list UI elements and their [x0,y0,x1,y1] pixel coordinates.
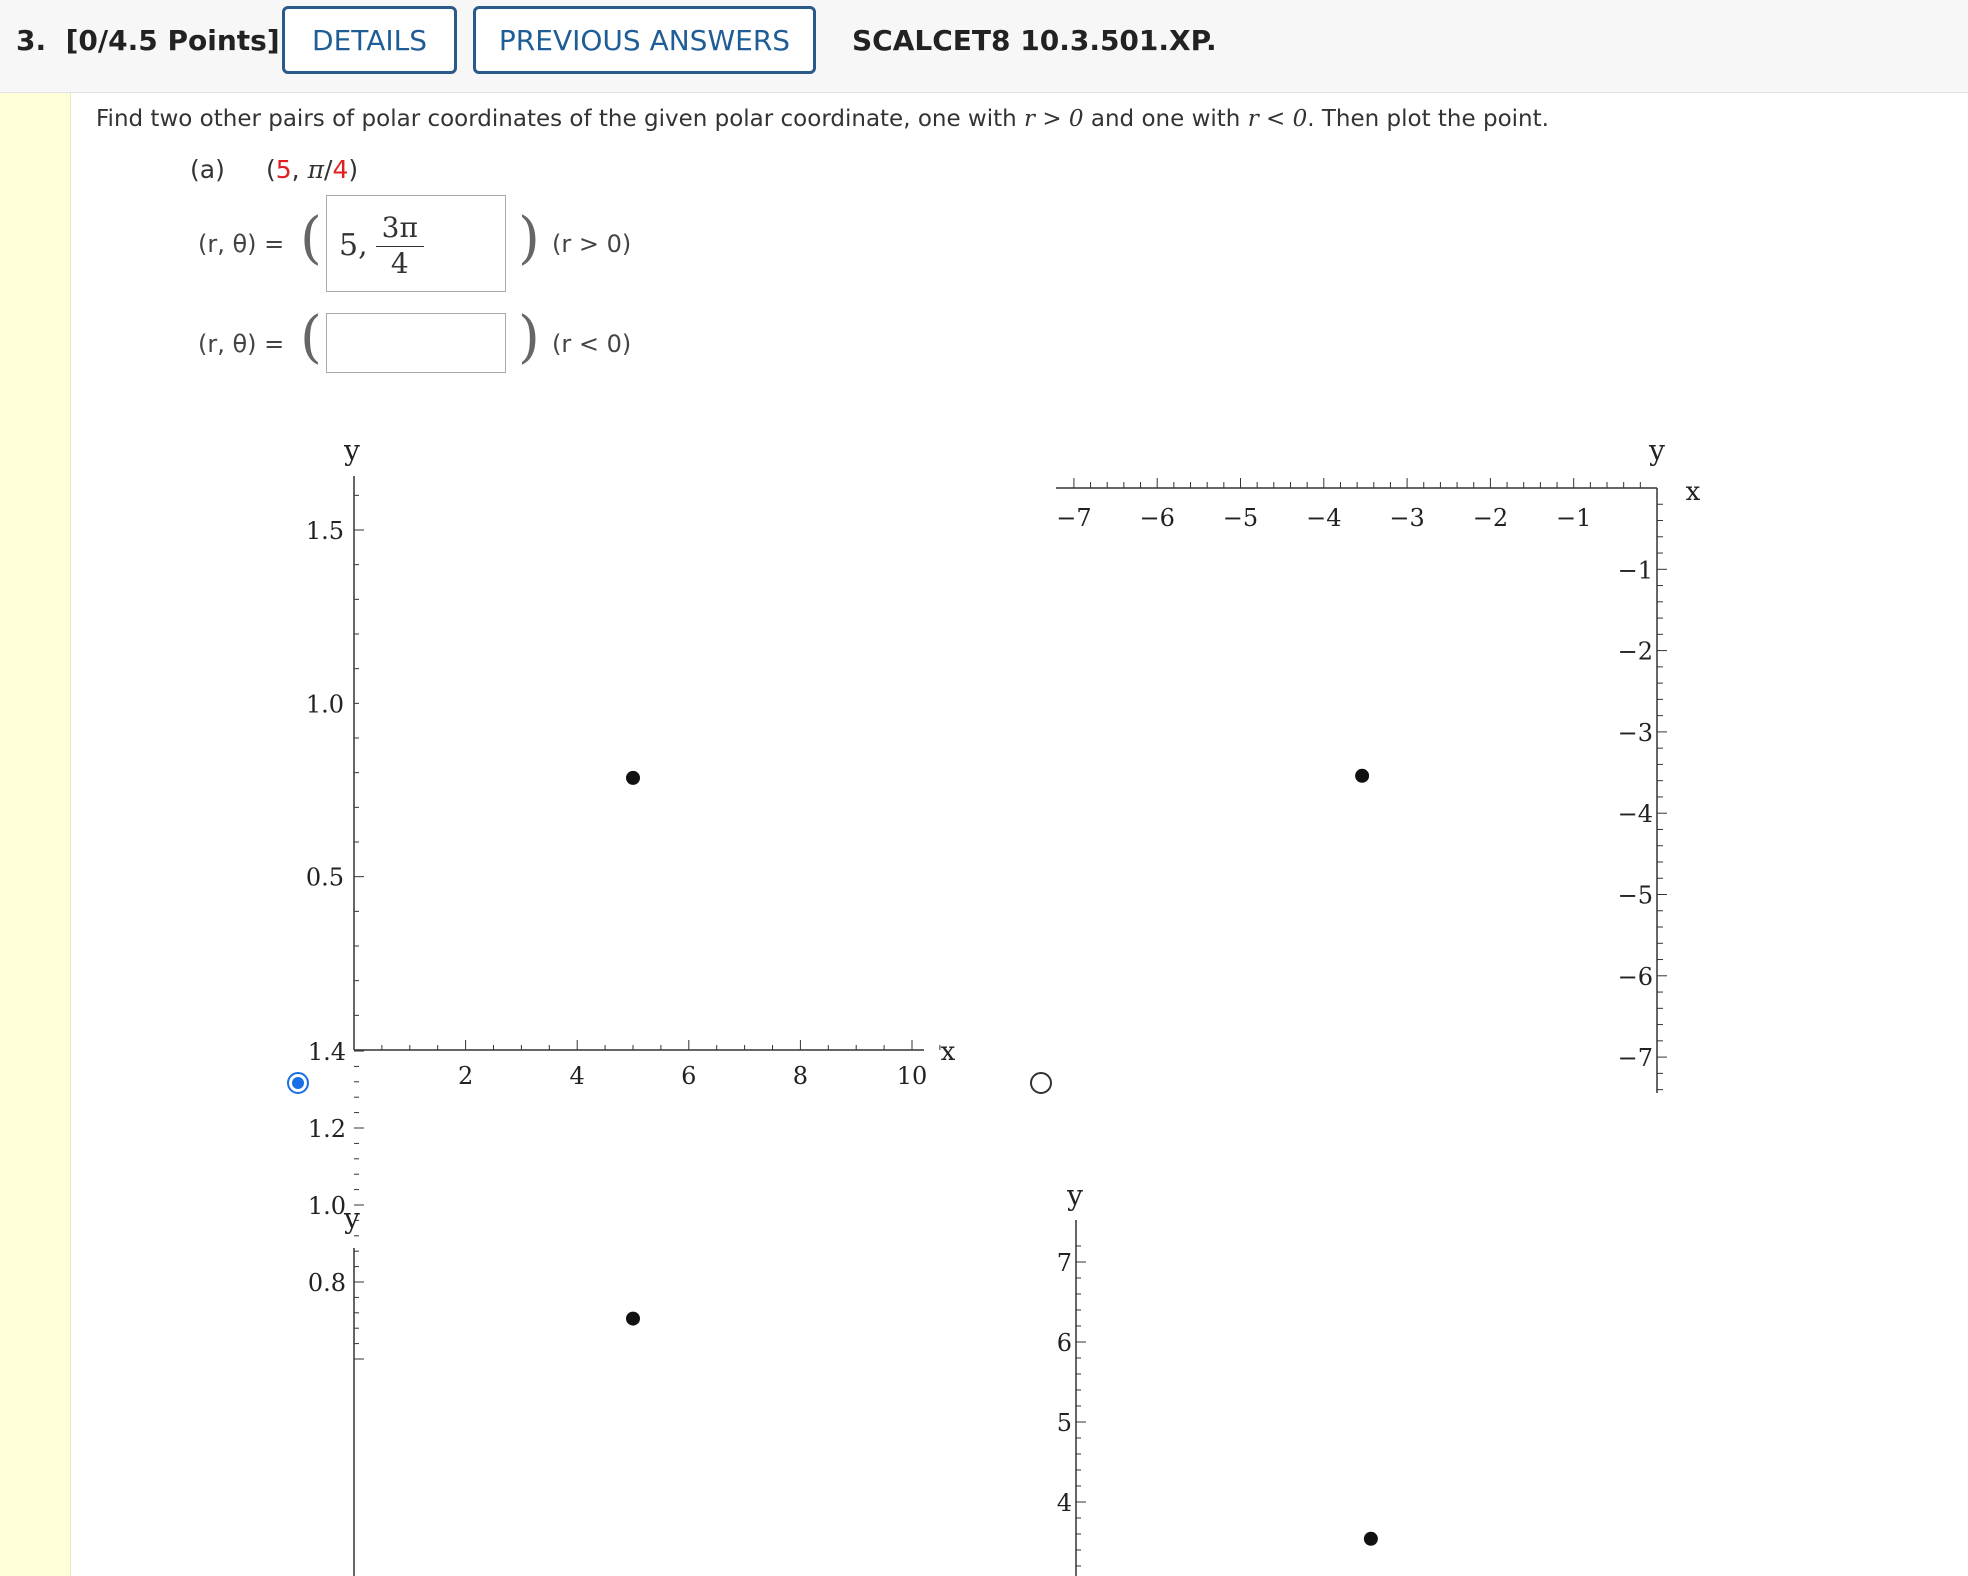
chart2-y-tick-label: −3 [1618,719,1653,747]
chart1-x-tick-label: 6 [681,1062,696,1090]
chart1-y-tick-label: 0.5 [306,864,344,892]
chart4-y-tick-label: 7 [1057,1249,1072,1277]
chart2-x-tick-label: −6 [1140,504,1175,532]
chart1-y-tick-label: 1.0 [306,690,344,718]
chart1-x-tick-label: 8 [793,1062,808,1090]
chart2-x-tick-label: −4 [1306,504,1341,532]
chart4-y-axis-label: y [1066,1179,1083,1212]
chart1-x-tick-label: 4 [570,1062,585,1090]
chart2-x-tick-label: −2 [1473,504,1508,532]
chart3-y-tick-label: 1.0 [308,1192,346,1220]
chart2-y-tick-label: −1 [1618,556,1653,584]
chart2-y-tick-label: −6 [1618,963,1653,991]
chart2-y-tick-label: −4 [1618,800,1653,828]
chart2-x-tick-label: −1 [1556,504,1591,532]
chart4-y-tick-label: 5 [1057,1409,1072,1437]
chart2-x-tick-label: −3 [1389,504,1424,532]
chart3-y-axis-label: y [343,1202,360,1235]
chart3-y-tick-label: 1.2 [308,1115,346,1143]
graph-options-area: 2 4 6 8 100.51.01.5xy−7 −6 −5 −4 −3 −2 −1−1−2−3−4−… [306,434,1701,1576]
chart2-y-tick-label: −5 [1618,882,1653,910]
chart1-point [626,770,640,785]
chart4-point [1363,1531,1378,1546]
chart3-y-tick-label: 0.8 [308,1269,346,1297]
chart1-x-tick-label: 10 [897,1062,928,1090]
chart3-y-tick-label: 1.4 [308,1038,346,1066]
chart1-x-tick-label: 2 [458,1062,473,1090]
chart3-point [626,1311,640,1326]
chart1-x-axis-label: x [941,1037,956,1067]
chart2-y-axis-label: y [1648,434,1665,467]
chart2-y-tick-label: −2 [1618,638,1653,666]
chart1-y-axis-label: y [343,434,360,467]
chart2-x-axis-label: x [1686,477,1701,507]
chart4-y-tick-label: 6 [1057,1329,1072,1357]
chart2-point [1355,768,1370,783]
chart4-y-tick-label: 4 [1057,1489,1072,1517]
chart2-x-tick-label: −7 [1056,504,1091,532]
chart2-y-tick-label: −7 [1618,1044,1653,1072]
chart2-x-tick-label: −5 [1223,504,1258,532]
chart1-y-tick-label: 1.5 [306,517,344,545]
